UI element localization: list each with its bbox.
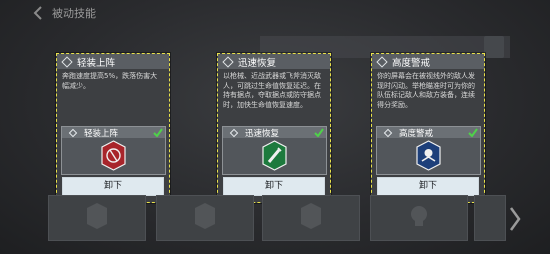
perk-tile[interactable]: [474, 195, 506, 241]
skull-icon: [411, 206, 427, 226]
header-strip-end: [484, 36, 504, 58]
card-header: 高度警戒: [372, 54, 484, 69]
perk-card-fast-recovery[interactable]: 迅速恢复 以枪械、近战武器或飞斧消灭敌人，可跳过生命值恢复延迟。在持有据点，夺取…: [217, 53, 331, 203]
diamond-icon: [376, 55, 388, 68]
slot-label: 高度警戒: [399, 128, 434, 139]
slot-label: 轻装上阵: [84, 128, 119, 139]
perk-card-light-gear[interactable]: 轻装上阵 奔跑速度提高5%，跌落伤害大幅减少。 轻装上阵 卸下: [56, 53, 170, 203]
back-arrow-icon[interactable]: [30, 4, 48, 22]
diamond-icon: [68, 128, 78, 137]
equipped-slot[interactable]: 迅速恢复: [222, 126, 327, 175]
card-description: 你的屏幕会在被视线外的敌人发现时闪动。举枪瞄准时可为你的队伍标记敌人和敌方装备，…: [377, 72, 475, 109]
check-icon: [153, 128, 163, 137]
diamond-icon: [222, 55, 234, 68]
perk-card-high-alert[interactable]: 高度警戒 你的屏幕会在被视线外的敌人发现时闪动。举枪瞄准时可为你的队伍标记敌人和…: [371, 53, 485, 203]
perk-tile[interactable]: [370, 195, 468, 241]
card-title: 高度警戒: [392, 57, 431, 69]
syringe-icon: [262, 140, 287, 171]
check-icon: [468, 128, 478, 137]
slot-label: 迅速恢复: [245, 128, 280, 139]
perk-badge-icon: [195, 203, 215, 229]
chevron-right-icon[interactable]: [508, 206, 522, 232]
card-description: 奔跑速度提高5%，跌落伤害大幅减少。: [62, 72, 158, 90]
alert-eye-icon: [416, 140, 441, 171]
unequip-button[interactable]: 卸下: [223, 177, 325, 196]
card-description: 以枪械、近战武器或飞斧消灭敌人，可跳过生命值恢复延迟。在持有据点，夺取据点或防守…: [223, 72, 321, 109]
diamond-icon: [229, 128, 239, 137]
unequip-button[interactable]: 卸下: [62, 177, 164, 196]
diamond-icon: [61, 55, 73, 68]
perk-tile[interactable]: [156, 195, 254, 241]
card-title: 轻装上阵: [77, 57, 116, 69]
equipped-slot[interactable]: 轻装上阵: [61, 126, 166, 175]
perk-badge-icon: [87, 203, 107, 229]
page-title: 被动技能: [52, 7, 96, 20]
slot-header: 轻装上阵: [62, 127, 165, 139]
top-bar: 被动技能: [0, 0, 550, 26]
card-header: 迅速恢复: [218, 54, 330, 69]
perk-tile[interactable]: [262, 195, 360, 241]
unequip-button[interactable]: 卸下: [377, 177, 479, 196]
check-icon: [314, 128, 324, 137]
perk-tile[interactable]: [48, 195, 146, 241]
perk-tile-row: [0, 195, 550, 254]
diamond-icon: [383, 128, 393, 137]
perk-badge-icon: [301, 203, 321, 229]
slot-header: 迅速恢复: [223, 127, 326, 139]
equipped-slot[interactable]: 高度警戒: [376, 126, 481, 175]
card-title: 迅速恢复: [238, 57, 277, 69]
no-armor-icon: [101, 140, 126, 171]
slot-header: 高度警戒: [377, 127, 480, 139]
card-header: 轻装上阵: [57, 54, 169, 69]
